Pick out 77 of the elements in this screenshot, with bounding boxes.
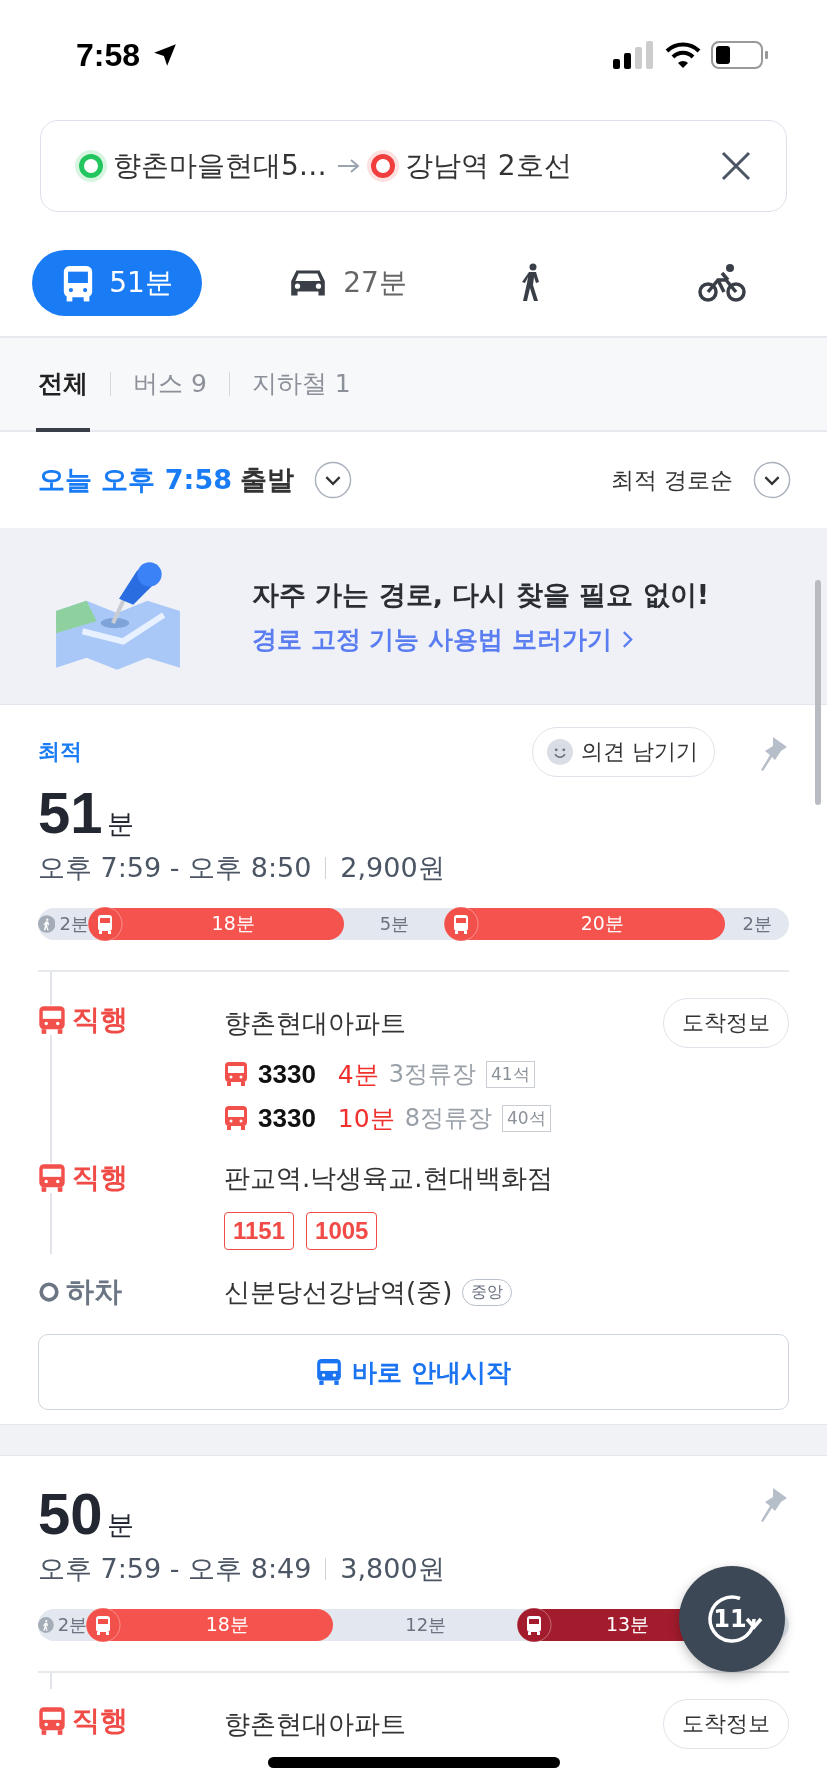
seat-count: 41석	[486, 1060, 535, 1088]
smiley-icon	[547, 739, 573, 765]
promo-banner[interactable]: 자주 가는 경로, 다시 찾을 필요 없이! 경로 고정 기능 사용법 보러가기	[0, 528, 827, 705]
route-search-field[interactable]: 향촌마을현대5… 강남역 2호선	[40, 120, 787, 212]
step-label: 직행	[72, 1160, 128, 1196]
car-mode-tab[interactable]: 27분	[252, 250, 442, 316]
arrival-info-button[interactable]: 도착정보	[663, 998, 789, 1048]
bus-number: 3330	[258, 1058, 316, 1090]
departure-label: 출발	[239, 463, 294, 497]
bus-icon	[443, 906, 480, 942]
wifi-icon	[665, 41, 701, 69]
arrow-right-icon	[336, 158, 361, 174]
time-range: 오후 7:59 - 오후 8:50	[38, 851, 312, 885]
start-guidance-button[interactable]: 바로 안내시작	[38, 1334, 789, 1410]
seat-count: 40석	[501, 1104, 551, 1132]
banner-link[interactable]: 경로 고정 기능 사용법 보러가기	[252, 622, 612, 656]
segment-duration: 2분	[57, 1613, 88, 1637]
bus-icon	[316, 1358, 343, 1386]
stop-circle-icon	[38, 1281, 60, 1303]
status-time: 7:58	[76, 36, 141, 74]
filter-tab[interactable]: 전체	[36, 338, 90, 432]
signal-icon	[613, 41, 655, 69]
step-label: 하차	[66, 1274, 122, 1310]
filter-tab[interactable]: 버스 9	[131, 338, 209, 432]
refresh-button[interactable]: 11	[679, 1566, 785, 1672]
bus-icon	[224, 1105, 248, 1131]
duration-value: 50	[38, 1480, 103, 1547]
stop-name: 판교역.낙생육교.현대백화점	[224, 1161, 553, 1195]
filter-tab[interactable]: 지하철 1	[249, 338, 353, 432]
bicycle-icon	[698, 263, 746, 303]
sort-label[interactable]: 최적 경로순	[610, 464, 733, 496]
bus-segment: 18분	[88, 908, 344, 940]
stops-away: 8정류장	[404, 1103, 492, 1134]
feedback-button[interactable]: 의견 남기기	[532, 727, 715, 777]
chevron-right-icon	[621, 629, 633, 649]
location-arrow-icon	[152, 42, 179, 68]
bus-segment: 20분	[445, 908, 726, 940]
departure-time[interactable]: 오늘 오후 7:58	[38, 462, 232, 498]
segment-duration: 5분	[379, 912, 410, 936]
origin-text: 향촌마을현대5…	[113, 148, 327, 184]
dropdown-icon[interactable]	[313, 461, 352, 499]
arrival-time: 10분	[337, 1102, 395, 1135]
segment-duration: 2분	[59, 912, 89, 936]
transit-mode-tab[interactable]: 51분	[32, 250, 202, 316]
step-label: 직행	[72, 1703, 128, 1739]
stop-name: 신분당선강남역(중)	[224, 1275, 453, 1309]
bus-line-tag[interactable]: 1151	[224, 1212, 295, 1250]
arrival-info-button[interactable]: 도착정보	[663, 1699, 789, 1749]
bus-segment: 18분	[87, 1609, 334, 1641]
segment-duration: 2분	[742, 912, 772, 936]
train-icon	[516, 1607, 553, 1643]
duration-value: 51	[38, 779, 103, 846]
step-label: 직행	[72, 1002, 128, 1038]
route-tag: 최적	[38, 737, 82, 767]
bus-icon	[85, 1607, 122, 1643]
stop-name: 향촌현대아파트	[224, 1707, 406, 1741]
bus-icon	[38, 1706, 66, 1736]
stops-away: 3정류장	[388, 1059, 477, 1090]
bus-icon	[38, 1005, 66, 1035]
segment-duration: 12분	[405, 1613, 447, 1637]
duration-unit: 분	[106, 1508, 134, 1542]
bus-line-tag[interactable]: 1005	[306, 1212, 378, 1250]
duration-unit: 분	[106, 807, 134, 841]
bus-icon	[224, 1061, 248, 1087]
battery-icon	[711, 41, 769, 69]
fare: 3,800원	[340, 1552, 445, 1586]
time-range: 오후 7:59 - 오후 8:49	[38, 1552, 312, 1586]
dropdown-icon[interactable]	[753, 461, 791, 499]
arrival-time: 4분	[337, 1058, 379, 1091]
bus-number: 3330	[258, 1102, 316, 1134]
bus-icon	[38, 1163, 66, 1193]
fare: 2,900원	[340, 851, 445, 885]
bus-icon	[86, 906, 123, 942]
close-icon[interactable]	[720, 150, 752, 182]
destination-text: 강남역 2호선	[404, 148, 572, 184]
banner-title: 자주 가는 경로, 다시 찾을 필요 없이!	[252, 577, 709, 612]
stop-name: 향촌현대아파트	[224, 1006, 406, 1040]
